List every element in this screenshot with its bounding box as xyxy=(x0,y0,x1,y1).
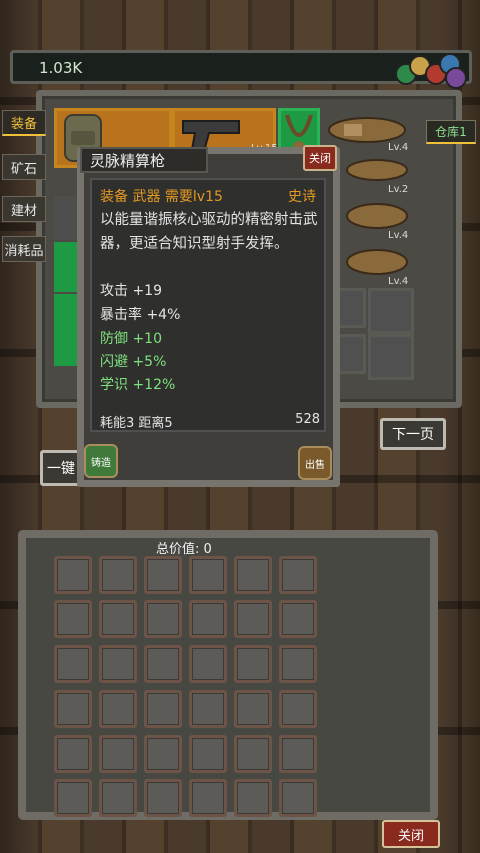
stat-defense: 防御 +10 xyxy=(100,331,162,347)
sell-slot[interactable] xyxy=(54,779,92,817)
sell-slot[interactable] xyxy=(279,690,317,728)
sell-slot[interactable] xyxy=(189,556,227,594)
tab-ore[interactable]: 矿石 xyxy=(2,154,46,180)
quick-action-button[interactable]: 一键 xyxy=(40,450,80,486)
sell-slot[interactable] xyxy=(54,556,92,594)
close-button[interactable]: 关闭 xyxy=(382,820,440,848)
sell-slot[interactable] xyxy=(279,645,317,683)
sell-slot[interactable] xyxy=(279,735,317,773)
sell-slot[interactable] xyxy=(234,779,272,817)
item-description: 以能量谐振核心驱动的精密射击武器，更适合知识型射手发挥。 xyxy=(100,212,318,252)
sell-slot[interactable] xyxy=(234,645,272,683)
dialog-close-button[interactable]: 关闭 xyxy=(303,145,337,171)
item-requirement: 需要lv15 xyxy=(164,189,223,205)
forge-button[interactable]: 铸造 xyxy=(84,444,118,478)
tab-storage-1[interactable]: 仓库1 xyxy=(426,120,476,144)
sell-slot[interactable] xyxy=(144,556,182,594)
item-value: 528 xyxy=(295,412,320,427)
sell-slot[interactable] xyxy=(99,600,137,638)
stat-attack: 攻击 +19 xyxy=(100,283,162,299)
sell-slot[interactable] xyxy=(54,600,92,638)
sell-slot[interactable] xyxy=(99,779,137,817)
sell-slot[interactable] xyxy=(99,690,137,728)
sell-slot[interactable] xyxy=(234,690,272,728)
sell-slot[interactable] xyxy=(189,690,227,728)
sell-slot[interactable] xyxy=(54,645,92,683)
item-footer: 耗能3 距离5 528 xyxy=(100,412,322,431)
sell-slot[interactable] xyxy=(234,600,272,638)
item-header: 装备 武器 需要lv15 xyxy=(100,186,223,206)
coins-icon xyxy=(393,49,467,89)
sell-slot[interactable] xyxy=(144,600,182,638)
item-energy: 耗能3 xyxy=(100,416,135,431)
sell-slot[interactable] xyxy=(54,735,92,773)
currency-bar: 1.03K xyxy=(10,49,472,89)
sell-slot[interactable] xyxy=(234,735,272,773)
empty-slot[interactable] xyxy=(368,288,414,334)
stat-knowledge: 学识 +12% xyxy=(100,377,176,393)
quick-action-label: 一键 xyxy=(47,461,75,477)
sell-slot[interactable] xyxy=(144,645,182,683)
sell-slot[interactable] xyxy=(54,690,92,728)
sell-slot[interactable] xyxy=(189,645,227,683)
item-type: 武器 xyxy=(132,189,161,205)
empty-slot[interactable] xyxy=(368,334,414,380)
sell-slot[interactable] xyxy=(99,556,137,594)
total-value: 总价值: 0 xyxy=(156,542,212,557)
sell-slot[interactable] xyxy=(189,735,227,773)
tab-consumables[interactable]: 消耗品 xyxy=(2,236,46,262)
stat-crit-rate: 暴击率 +4% xyxy=(100,307,181,323)
sell-slot[interactable] xyxy=(234,556,272,594)
next-page-button[interactable]: 下一页 xyxy=(380,418,446,450)
sell-button[interactable]: 出售 xyxy=(298,446,332,480)
sell-slot[interactable] xyxy=(279,779,317,817)
sell-slot[interactable] xyxy=(99,645,137,683)
item-name: 灵脉精算枪 xyxy=(80,147,208,173)
tab-equipment[interactable]: 装备 xyxy=(2,110,46,136)
sell-slot[interactable] xyxy=(279,556,317,594)
sell-slot[interactable] xyxy=(144,779,182,817)
item-info-box: 装备 武器 需要lv15 史诗 以能量谐振核心驱动的精密射击武器，更适合知识型射… xyxy=(90,178,326,432)
item-rarity: 史诗 xyxy=(288,189,316,205)
item-category: 装备 xyxy=(100,189,128,205)
sell-slot[interactable] xyxy=(279,600,317,638)
sell-slot[interactable] xyxy=(144,690,182,728)
tab-building-materials[interactable]: 建材 xyxy=(2,196,46,222)
sell-slot[interactable] xyxy=(99,735,137,773)
sell-slot[interactable] xyxy=(144,735,182,773)
sell-slot[interactable] xyxy=(189,600,227,638)
stat-dodge: 闪避 +5% xyxy=(100,354,167,370)
item-range: 距离5 xyxy=(138,416,173,431)
currency-amount: 1.03K xyxy=(39,59,83,77)
sell-slot[interactable] xyxy=(189,779,227,817)
